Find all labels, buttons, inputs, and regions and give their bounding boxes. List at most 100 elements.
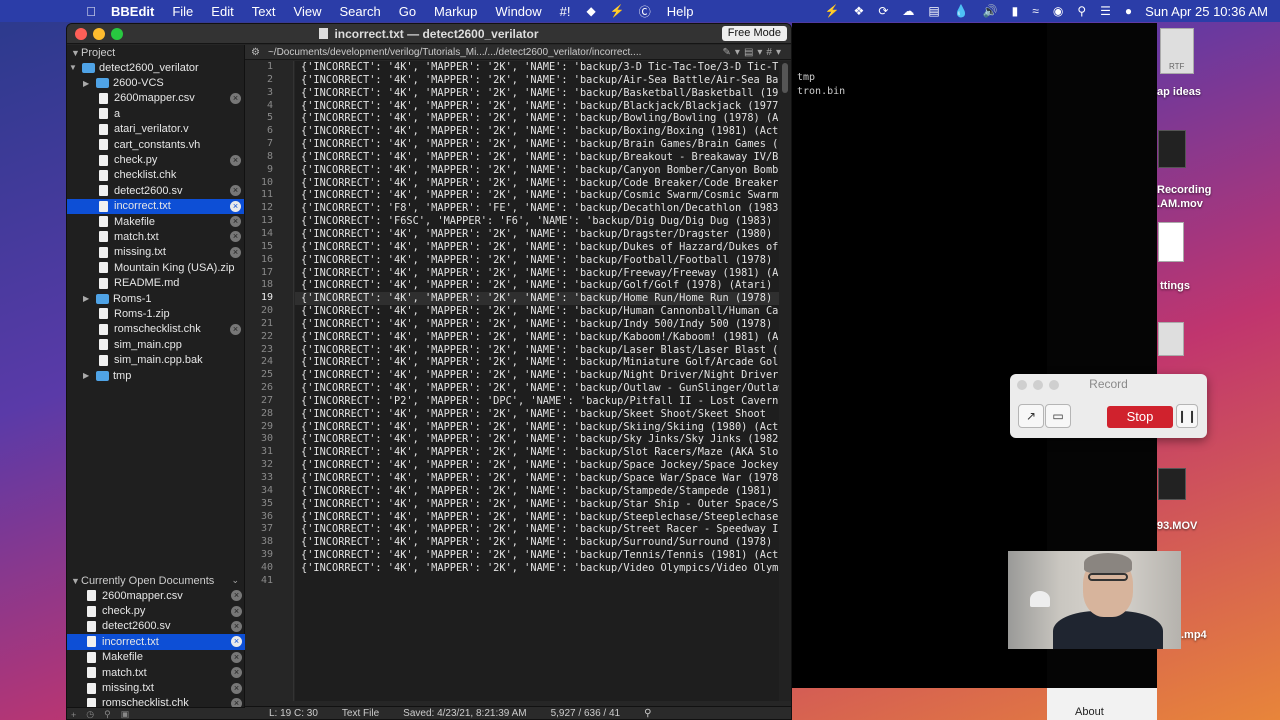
project-folder-item[interactable]: ▶ Roms-1 <box>67 291 244 306</box>
desktop-file-label[interactable]: Recording <box>1157 184 1211 196</box>
frame-button[interactable]: ▭ <box>1045 404 1071 428</box>
project-file-item[interactable]: match.txt × <box>67 229 244 244</box>
user-icon[interactable]: ◉ <box>1046 4 1070 18</box>
code-line[interactable]: {'INCORRECT': '4K', 'MAPPER': '2K', 'NAM… <box>295 177 779 190</box>
mov-file-icon[interactable] <box>1158 468 1186 500</box>
menu-text[interactable]: Text <box>243 4 285 19</box>
close-window-button[interactable] <box>1017 380 1027 390</box>
document-stats[interactable]: 5,927 / 636 / 41 <box>551 708 621 719</box>
c-circle-icon[interactable]: Ⓒ <box>632 3 658 20</box>
siri-icon[interactable]: ● <box>1118 4 1139 18</box>
code-line[interactable]: {'INCORRECT': '4K', 'MAPPER': '2K', 'NAM… <box>295 112 779 125</box>
close-icon[interactable]: × <box>230 231 241 243</box>
project-file-item[interactable]: checklist.chk <box>67 168 244 183</box>
close-icon[interactable]: × <box>230 246 241 258</box>
project-file-item[interactable]: Makefile × <box>67 214 244 229</box>
desktop-file-label[interactable]: .AM.mov <box>1157 198 1203 210</box>
settings-file-icon[interactable] <box>1158 222 1184 262</box>
scroll-thumb[interactable] <box>782 63 788 93</box>
project-file-item[interactable]: incorrect.txt × <box>67 198 244 214</box>
code-line[interactable] <box>295 575 779 588</box>
battery-icon[interactable]: ▮ <box>1005 4 1026 18</box>
menu-window[interactable]: Window <box>486 4 550 19</box>
open-document-item[interactable]: Makefile × <box>67 650 245 665</box>
menu-help[interactable]: Help <box>658 4 703 19</box>
zoom-window-button[interactable] <box>1049 380 1059 390</box>
code-line[interactable]: {'INCORRECT': '4K', 'MAPPER': '2K', 'NAM… <box>295 472 779 485</box>
apple-menu-icon[interactable]:  <box>80 4 102 19</box>
menu-markup[interactable]: Markup <box>425 4 486 19</box>
open-document-item[interactable]: 2600mapper.csv × <box>67 588 245 603</box>
code-line[interactable]: {'INCORRECT': '4K', 'MAPPER': '2K', 'NAM… <box>295 228 779 241</box>
menu-search[interactable]: Search <box>331 4 390 19</box>
project-section-header[interactable]: ▼ Project <box>67 45 244 60</box>
project-file-item[interactable]: README.md <box>67 275 244 290</box>
code-line[interactable]: {'INCORRECT': '4K', 'MAPPER': '2K', 'NAM… <box>295 408 779 421</box>
menu-edit[interactable]: Edit <box>202 4 242 19</box>
code-line[interactable]: {'INCORRECT': '4K', 'MAPPER': '2K', 'NAM… <box>295 305 779 318</box>
code-line[interactable]: {'INCORRECT': '4K', 'MAPPER': '2K', 'NAM… <box>295 433 779 446</box>
open-documents-header[interactable]: ▼ Currently Open Documents ⌄ <box>67 573 245 588</box>
code-line[interactable]: {'INCORRECT': '4K', 'MAPPER': '2K', 'NAM… <box>295 74 779 87</box>
gear-icon[interactable]: ⚙ <box>251 47 260 58</box>
chevron-down-icon[interactable]: ▼ <box>71 48 81 58</box>
minimize-window-button[interactable] <box>1033 380 1043 390</box>
close-icon[interactable]: × <box>231 605 242 617</box>
code-line[interactable]: {'INCORRECT': '4K', 'MAPPER': '2K', 'NAM… <box>295 241 779 254</box>
draw-arrow-button[interactable]: ↗ <box>1018 404 1044 428</box>
close-icon[interactable]: × <box>230 216 241 228</box>
code-line[interactable]: {'INCORRECT': '4K', 'MAPPER': '2K', 'NAM… <box>295 279 779 292</box>
free-mode-badge[interactable]: Free Mode <box>721 26 787 41</box>
recording-file-icon[interactable] <box>1158 130 1186 168</box>
close-icon[interactable]: × <box>231 651 242 663</box>
code-line[interactable]: {'INCORRECT': '4K', 'MAPPER': '2K', 'NAM… <box>295 61 779 74</box>
close-icon[interactable]: × <box>231 682 242 694</box>
close-icon[interactable]: × <box>230 200 241 212</box>
power-icon[interactable]: ⚡ <box>818 4 847 18</box>
project-file-item[interactable]: missing.txt × <box>67 245 244 260</box>
clock[interactable]: Sun Apr 25 10:36 AM <box>1139 4 1280 19</box>
code-line[interactable]: {'INCORRECT': '4K', 'MAPPER': '2K', 'NAM… <box>295 511 779 524</box>
open-document-item[interactable]: missing.txt × <box>67 680 245 695</box>
code-line[interactable]: {'INCORRECT': '4K', 'MAPPER': '2K', 'NAM… <box>295 87 779 100</box>
project-file-item[interactable]: sim_main.cpp.bak <box>67 352 244 367</box>
code-line[interactable]: {'INCORRECT': '4K', 'MAPPER': '2K', 'NAM… <box>295 189 779 202</box>
rtf-file-icon[interactable]: RTF <box>1160 28 1194 74</box>
panel-icon[interactable]: ▣ <box>121 709 130 719</box>
bolt-icon[interactable]: ⚡ <box>603 4 632 18</box>
dropbox-icon[interactable]: ❖ <box>847 4 872 18</box>
code-line[interactable]: {'INCORRECT': '4K', 'MAPPER': '2K', 'NAM… <box>295 549 779 562</box>
close-icon[interactable]: × <box>231 620 242 632</box>
close-icon[interactable]: × <box>231 590 242 602</box>
about-label[interactable]: About <box>1075 706 1104 718</box>
desktop-file-label[interactable]: 93.MOV <box>1157 520 1197 532</box>
open-document-item[interactable]: detect2600.sv × <box>67 619 245 634</box>
code-line[interactable]: {'INCORRECT': 'F6SC', 'MAPPER': 'F6', 'N… <box>295 215 779 228</box>
file-path[interactable]: ~/Documents/development/verilog/Tutorial… <box>268 47 641 58</box>
navbar-tools-icon[interactable]: ✎▾▤▾#▾ <box>723 47 785 58</box>
control-center-icon[interactable]: ☰ <box>1093 4 1118 18</box>
project-folder-item[interactable]: ▶ tmp <box>67 368 244 383</box>
project-file-item[interactable]: sim_main.cpp <box>67 337 244 352</box>
wifi-icon[interactable]: ≈ <box>1025 4 1046 18</box>
close-icon[interactable]: × <box>230 92 241 104</box>
project-folder-item[interactable]: ▶ 2600-VCS <box>67 75 244 90</box>
menu-go[interactable]: Go <box>390 4 425 19</box>
stack-icon[interactable]: ▤ <box>921 4 946 18</box>
code-line[interactable]: {'INCORRECT': '4K', 'MAPPER': '2K', 'NAM… <box>295 254 779 267</box>
code-line[interactable]: {'INCORRECT': '4K', 'MAPPER': '2K', 'NAM… <box>295 331 779 344</box>
code-line[interactable]: {'INCORRECT': '4K', 'MAPPER': '2K', 'NAM… <box>295 382 779 395</box>
project-file-item[interactable]: cart_constants.vh <box>67 137 244 152</box>
code-line[interactable]: {'INCORRECT': '4K', 'MAPPER': '2K', 'NAM… <box>295 292 779 306</box>
search-icon[interactable]: ⚲ <box>644 708 651 719</box>
project-file-item[interactable]: a <box>67 106 244 121</box>
code-line[interactable]: {'INCORRECT': '4K', 'MAPPER': '2K', 'NAM… <box>295 356 779 369</box>
code-line[interactable]: {'INCORRECT': '4K', 'MAPPER': '2K', 'NAM… <box>295 369 779 382</box>
git-icon[interactable]: ◆ <box>580 4 603 18</box>
open-document-item[interactable]: check.py × <box>67 603 245 618</box>
vertical-scrollbar[interactable] <box>779 61 791 701</box>
cloud-upload-icon[interactable]: ☁ <box>895 4 921 18</box>
code-line[interactable]: {'INCORRECT': '4K', 'MAPPER': '2K', 'NAM… <box>295 100 779 113</box>
project-file-item[interactable]: Mountain King (USA).zip <box>67 260 244 275</box>
close-icon[interactable]: × <box>231 667 242 679</box>
